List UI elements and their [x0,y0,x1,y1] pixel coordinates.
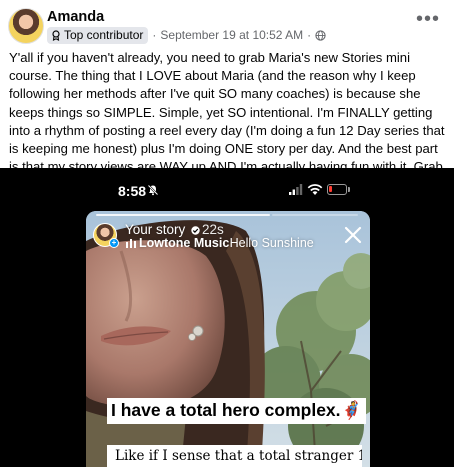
story-progress-bar [96,214,270,216]
post-meta: Top contributor · September 19 at 10:52 … [47,26,326,44]
story-timestamp: 22s [202,222,224,237]
story-caption-sub-box: Like if I sense that a total stranger 10… [107,445,362,467]
story-user-label[interactable]: Your story [125,222,200,237]
verified-check-icon [191,226,200,235]
author-avatar[interactable] [8,8,44,44]
story-music-artist[interactable]: Lowtone Music [139,236,229,250]
more-options-icon[interactable]: ••• [416,9,440,29]
add-story-icon[interactable]: + [109,238,119,248]
badge-ribbon-icon [52,29,60,41]
author-name[interactable]: Amanda [47,9,104,25]
top-contributor-badge[interactable]: Top contributor [47,26,149,44]
story-caption-sub: Like if I sense that a total stranger 10… [115,448,362,464]
meta-separator: · [152,28,157,42]
close-icon[interactable] [344,226,362,244]
meta-separator-2: · [307,28,312,42]
story-song-title[interactable]: · Hello Sunshine [222,236,314,250]
cell-signal-icon [289,184,303,195]
battery-icon [327,184,347,195]
music-bars-icon [126,239,136,248]
muted-bell-icon [147,184,159,196]
wifi-icon [307,184,323,195]
story-user-name: Your story [125,222,186,237]
story-caption-main: I have a total hero complex.🦸 [107,398,367,424]
phone-status-time: 8:58 [118,183,147,199]
badge-label: Top contributor [64,28,144,42]
post-header: Amanda Top contributor · September 19 at… [0,0,454,48]
story-progress-remaining [272,214,358,216]
battery-tip [348,187,350,192]
post-date[interactable]: September 19 at 10:52 AM [160,28,303,42]
globe-icon[interactable] [315,29,326,41]
